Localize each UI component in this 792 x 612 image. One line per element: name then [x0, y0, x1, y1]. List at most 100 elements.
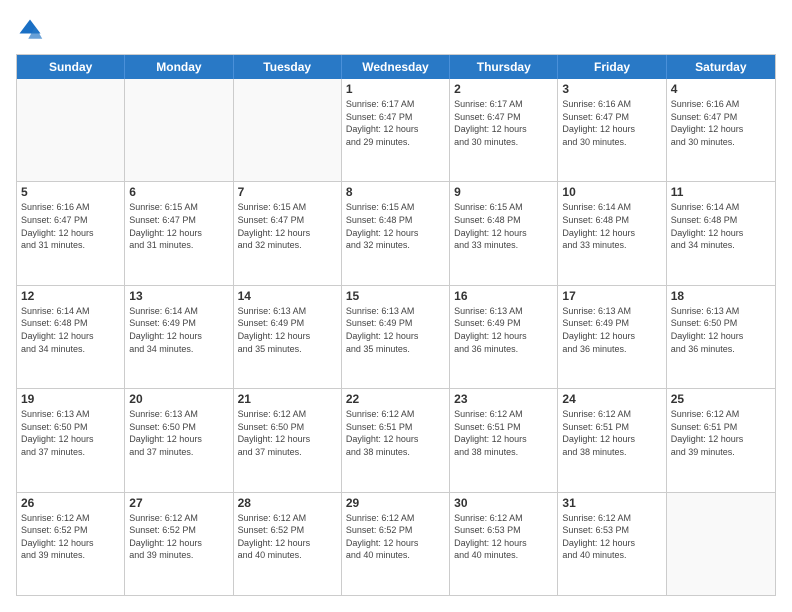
calendar-empty-cell	[667, 493, 775, 595]
day-info: Sunrise: 6:16 AM Sunset: 6:47 PM Dayligh…	[21, 201, 120, 251]
day-info: Sunrise: 6:17 AM Sunset: 6:47 PM Dayligh…	[346, 98, 445, 148]
day-number: 8	[346, 185, 445, 199]
day-number: 14	[238, 289, 337, 303]
header-day-wednesday: Wednesday	[342, 55, 450, 79]
day-number: 29	[346, 496, 445, 510]
day-number: 22	[346, 392, 445, 406]
day-number: 28	[238, 496, 337, 510]
calendar-week-4: 26 Sunrise: 6:12 AM Sunset: 6:52 PM Dayli…	[17, 493, 775, 595]
day-number: 15	[346, 289, 445, 303]
day-info: Sunrise: 6:12 AM Sunset: 6:52 PM Dayligh…	[346, 512, 445, 562]
calendar-day-28: 28Sunrise: 6:12 AM Sunset: 6:52 PM Dayli…	[234, 493, 342, 595]
day-info: Sunrise: 6:13 AM Sunset: 6:50 PM Dayligh…	[129, 408, 228, 458]
day-number: 11	[671, 185, 771, 199]
calendar-day-11: 11 Sunrise: 6:14 AM Sunset: 6:48 PM Dayli…	[667, 182, 775, 284]
header-day-friday: Friday	[558, 55, 666, 79]
day-info: Sunrise: 6:15 AM Sunset: 6:48 PM Dayligh…	[346, 201, 445, 251]
calendar-day-27: 27 Sunrise: 6:12 AM Sunset: 6:52 PM Dayli…	[125, 493, 233, 595]
calendar-week-0: 1 Sunrise: 6:17 AM Sunset: 6:47 PM Daylig…	[17, 79, 775, 182]
calendar-day-26: 26 Sunrise: 6:12 AM Sunset: 6:52 PM Dayli…	[17, 493, 125, 595]
day-info: Sunrise: 6:13 AM Sunset: 6:50 PM Dayligh…	[21, 408, 120, 458]
day-number: 31	[562, 496, 661, 510]
day-info: Sunrise: 6:16 AM Sunset: 6:47 PM Dayligh…	[671, 98, 771, 148]
day-number: 18	[671, 289, 771, 303]
calendar-day-7: 7 Sunrise: 6:15 AM Sunset: 6:47 PM Daylig…	[234, 182, 342, 284]
day-info: Sunrise: 6:13 AM Sunset: 6:49 PM Dayligh…	[562, 305, 661, 355]
calendar-day-14: 14 Sunrise: 6:13 AM Sunset: 6:49 PM Dayli…	[234, 286, 342, 388]
calendar-body: 1 Sunrise: 6:17 AM Sunset: 6:47 PM Daylig…	[17, 79, 775, 595]
logo	[16, 16, 48, 44]
calendar-day-21: 21 Sunrise: 6:12 AM Sunset: 6:50 PM Dayli…	[234, 389, 342, 491]
calendar-day-25: 25 Sunrise: 6:12 AM Sunset: 6:51 PM Dayli…	[667, 389, 775, 491]
day-number: 1	[346, 82, 445, 96]
day-number: 5	[21, 185, 120, 199]
day-number: 6	[129, 185, 228, 199]
calendar-empty-cell	[125, 79, 233, 181]
day-number: 21	[238, 392, 337, 406]
day-number: 20	[129, 392, 228, 406]
calendar-day-22: 22 Sunrise: 6:12 AM Sunset: 6:51 PM Dayli…	[342, 389, 450, 491]
calendar-header-row: SundayMondayTuesdayWednesdayThursdayFrid…	[17, 55, 775, 79]
calendar-day-5: 5 Sunrise: 6:16 AM Sunset: 6:47 PM Daylig…	[17, 182, 125, 284]
day-info: Sunrise: 6:15 AM Sunset: 6:47 PM Dayligh…	[129, 201, 228, 251]
calendar-day-9: 9Sunrise: 6:15 AM Sunset: 6:48 PM Daylig…	[450, 182, 558, 284]
header-day-thursday: Thursday	[450, 55, 558, 79]
calendar-empty-cell	[234, 79, 342, 181]
calendar-day-23: 23Sunrise: 6:12 AM Sunset: 6:51 PM Dayli…	[450, 389, 558, 491]
day-info: Sunrise: 6:13 AM Sunset: 6:49 PM Dayligh…	[238, 305, 337, 355]
calendar-day-6: 6 Sunrise: 6:15 AM Sunset: 6:47 PM Daylig…	[125, 182, 233, 284]
day-number: 2	[454, 82, 553, 96]
day-info: Sunrise: 6:12 AM Sunset: 6:50 PM Dayligh…	[238, 408, 337, 458]
calendar-week-1: 5 Sunrise: 6:16 AM Sunset: 6:47 PM Daylig…	[17, 182, 775, 285]
calendar-day-8: 8 Sunrise: 6:15 AM Sunset: 6:48 PM Daylig…	[342, 182, 450, 284]
day-info: Sunrise: 6:13 AM Sunset: 6:50 PM Dayligh…	[671, 305, 771, 355]
day-info: Sunrise: 6:12 AM Sunset: 6:52 PM Dayligh…	[129, 512, 228, 562]
day-info: Sunrise: 6:15 AM Sunset: 6:47 PM Dayligh…	[238, 201, 337, 251]
calendar-day-2: 2 Sunrise: 6:17 AM Sunset: 6:47 PM Daylig…	[450, 79, 558, 181]
calendar-day-15: 15 Sunrise: 6:13 AM Sunset: 6:49 PM Dayli…	[342, 286, 450, 388]
day-info: Sunrise: 6:12 AM Sunset: 6:51 PM Dayligh…	[346, 408, 445, 458]
calendar-day-4: 4 Sunrise: 6:16 AM Sunset: 6:47 PM Daylig…	[667, 79, 775, 181]
calendar-day-3: 3 Sunrise: 6:16 AM Sunset: 6:47 PM Daylig…	[558, 79, 666, 181]
day-info: Sunrise: 6:14 AM Sunset: 6:48 PM Dayligh…	[671, 201, 771, 251]
calendar: SundayMondayTuesdayWednesdayThursdayFrid…	[16, 54, 776, 596]
day-info: Sunrise: 6:14 AM Sunset: 6:49 PM Dayligh…	[129, 305, 228, 355]
logo-icon	[16, 16, 44, 44]
day-number: 16	[454, 289, 553, 303]
day-info: Sunrise: 6:17 AM Sunset: 6:47 PM Dayligh…	[454, 98, 553, 148]
day-info: Sunrise: 6:12 AM Sunset: 6:53 PM Dayligh…	[562, 512, 661, 562]
day-info: Sunrise: 6:12 AM Sunset: 6:51 PM Dayligh…	[671, 408, 771, 458]
calendar-day-13: 13 Sunrise: 6:14 AM Sunset: 6:49 PM Dayli…	[125, 286, 233, 388]
day-number: 24	[562, 392, 661, 406]
day-number: 23	[454, 392, 553, 406]
day-number: 13	[129, 289, 228, 303]
day-info: Sunrise: 6:13 AM Sunset: 6:49 PM Dayligh…	[346, 305, 445, 355]
calendar-day-24: 24Sunrise: 6:12 AM Sunset: 6:51 PM Dayli…	[558, 389, 666, 491]
calendar-day-18: 18 Sunrise: 6:13 AM Sunset: 6:50 PM Dayli…	[667, 286, 775, 388]
day-info: Sunrise: 6:16 AM Sunset: 6:47 PM Dayligh…	[562, 98, 661, 148]
day-number: 3	[562, 82, 661, 96]
calendar-day-16: 16 Sunrise: 6:13 AM Sunset: 6:49 PM Dayli…	[450, 286, 558, 388]
header	[16, 16, 776, 44]
calendar-day-31: 31 Sunrise: 6:12 AM Sunset: 6:53 PM Dayli…	[558, 493, 666, 595]
day-number: 7	[238, 185, 337, 199]
day-number: 4	[671, 82, 771, 96]
calendar-day-29: 29 Sunrise: 6:12 AM Sunset: 6:52 PM Dayli…	[342, 493, 450, 595]
calendar-day-20: 20 Sunrise: 6:13 AM Sunset: 6:50 PM Dayli…	[125, 389, 233, 491]
day-number: 26	[21, 496, 120, 510]
calendar-day-1: 1 Sunrise: 6:17 AM Sunset: 6:47 PM Daylig…	[342, 79, 450, 181]
day-number: 27	[129, 496, 228, 510]
day-number: 9	[454, 185, 553, 199]
header-day-saturday: Saturday	[667, 55, 775, 79]
header-day-sunday: Sunday	[17, 55, 125, 79]
day-info: Sunrise: 6:13 AM Sunset: 6:49 PM Dayligh…	[454, 305, 553, 355]
calendar-day-17: 17Sunrise: 6:13 AM Sunset: 6:49 PM Dayli…	[558, 286, 666, 388]
calendar-empty-cell	[17, 79, 125, 181]
day-info: Sunrise: 6:14 AM Sunset: 6:48 PM Dayligh…	[562, 201, 661, 251]
day-info: Sunrise: 6:12 AM Sunset: 6:52 PM Dayligh…	[21, 512, 120, 562]
day-info: Sunrise: 6:14 AM Sunset: 6:48 PM Dayligh…	[21, 305, 120, 355]
day-number: 19	[21, 392, 120, 406]
day-info: Sunrise: 6:12 AM Sunset: 6:53 PM Dayligh…	[454, 512, 553, 562]
day-number: 10	[562, 185, 661, 199]
day-number: 25	[671, 392, 771, 406]
